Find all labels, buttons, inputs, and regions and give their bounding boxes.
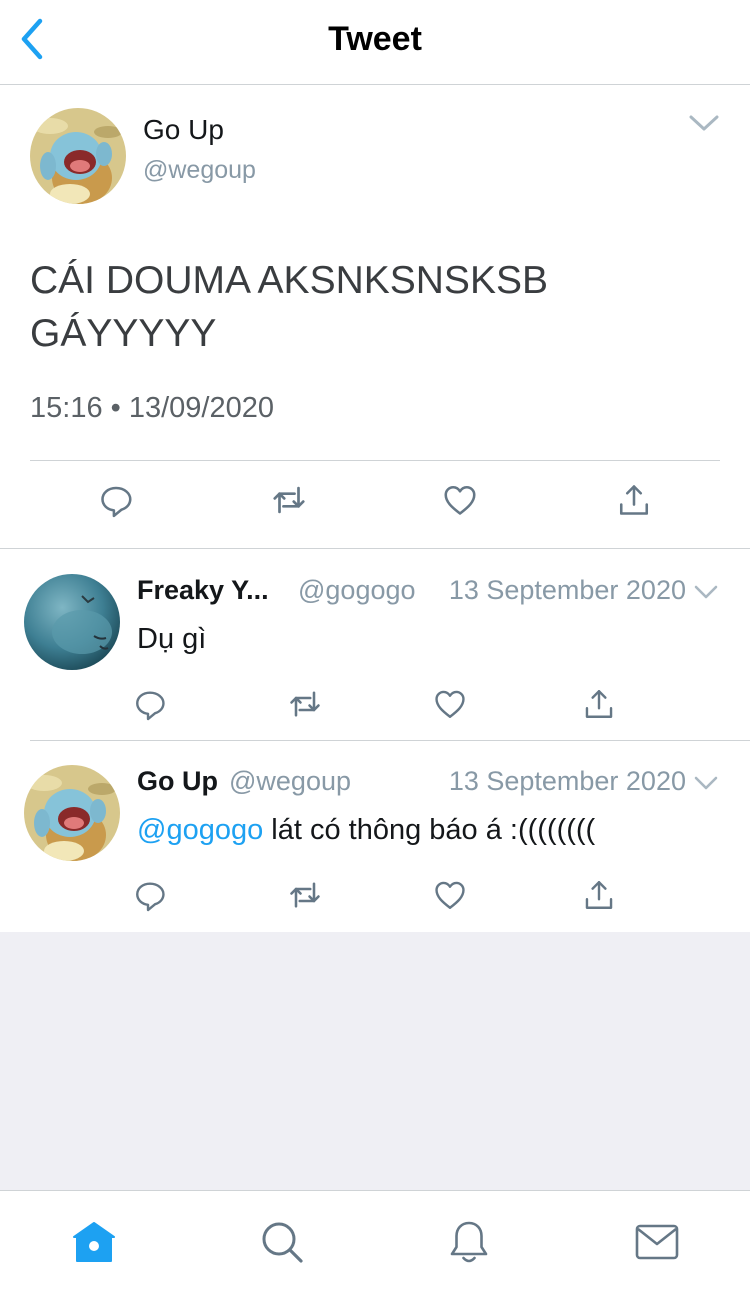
share-icon: [585, 881, 613, 909]
retweet-icon: [290, 691, 320, 717]
tweet-timestamp: 15:16 • 13/09/2020: [30, 392, 274, 424]
reply-date: 13 September 2020: [448, 575, 686, 605]
tab-home[interactable]: [69, 1217, 119, 1267]
empty-background: [0, 932, 750, 1190]
tab-notifications[interactable]: [444, 1217, 494, 1267]
page-title: Tweet: [328, 20, 422, 58]
retweet-icon: [290, 882, 320, 908]
divider: [30, 460, 720, 461]
heart-icon: [435, 690, 465, 718]
share-button[interactable]: [575, 680, 623, 728]
tab-messages[interactable]: [632, 1217, 682, 1267]
chevron-down-icon: [686, 115, 722, 142]
author-handle[interactable]: @wegoup: [143, 156, 256, 185]
search-icon: [262, 1222, 303, 1263]
reply-text: Dụ gì: [137, 623, 207, 655]
retweet-button[interactable]: [281, 871, 329, 919]
retweet-button[interactable]: [265, 476, 313, 524]
retweet-button[interactable]: [281, 680, 329, 728]
like-button[interactable]: [436, 476, 484, 524]
home-icon: [73, 1222, 115, 1262]
heart-icon: [444, 485, 476, 515]
tab-bar: [0, 1190, 750, 1290]
reply-button[interactable]: [92, 476, 140, 524]
avatar[interactable]: [24, 574, 120, 670]
tab-search[interactable]: [257, 1217, 307, 1267]
share-button[interactable]: [610, 476, 658, 524]
avatar[interactable]: [30, 108, 126, 204]
reply-actions: [0, 680, 750, 726]
reply-icon: [136, 882, 165, 912]
tweet-actions: [0, 476, 750, 526]
retweet-icon: [273, 486, 305, 514]
mail-icon: [635, 1224, 679, 1260]
reply-author-handle[interactable]: @gogogo: [298, 575, 416, 606]
reply-text: @gogogo lát có thông báo á :((((((((: [137, 814, 595, 847]
tweet-text-line: CÁI DOUMA AKSNKSNSKSB: [30, 259, 548, 302]
reply-date: 13 September 2020: [448, 766, 686, 796]
reply-tweet[interactable]: Go Up @wegoup 13 September 2020 @gogogo …: [0, 741, 750, 932]
chevron-down-icon: [692, 585, 720, 608]
share-button[interactable]: [575, 871, 623, 919]
reply-menu-button[interactable]: [692, 771, 720, 795]
reply-author-handle[interactable]: @wegoup: [229, 766, 351, 797]
reply-button[interactable]: [126, 680, 174, 728]
mention-link[interactable]: @gogogo: [137, 814, 263, 846]
bell-icon: [450, 1221, 488, 1263]
chevron-down-icon: [692, 776, 720, 799]
reply-menu-button[interactable]: [692, 580, 720, 604]
tweet-text-line: GÁYYYYY: [30, 312, 217, 355]
reply-button[interactable]: [126, 871, 174, 919]
reply-icon: [101, 486, 132, 518]
author-name[interactable]: Go Up: [143, 114, 224, 146]
tweet-text: CÁI DOUMA AKSNKSNSKSB GÁYYYYY: [30, 254, 710, 360]
reply-author-name[interactable]: Go Up: [137, 766, 218, 797]
reply-icon: [136, 691, 165, 721]
heart-icon: [435, 881, 465, 909]
share-icon: [585, 690, 613, 718]
reply-actions: [0, 871, 750, 917]
reply-tweet[interactable]: Freaky Y... @gogogo 13 September 2020 Dụ…: [0, 550, 750, 741]
reply-author-name[interactable]: Freaky Y...: [137, 575, 269, 606]
nav-bar: Tweet: [0, 0, 750, 85]
like-button[interactable]: [426, 680, 474, 728]
avatar[interactable]: [24, 765, 120, 861]
like-button[interactable]: [426, 871, 474, 919]
share-icon: [619, 485, 649, 515]
reply-text-body: lát có thông báo á :((((((((: [263, 814, 596, 846]
main-tweet: Go Up @wegoup CÁI DOUMA AKSNKSNSKSB GÁYY…: [0, 86, 750, 549]
tweet-menu-button[interactable]: [686, 108, 722, 138]
